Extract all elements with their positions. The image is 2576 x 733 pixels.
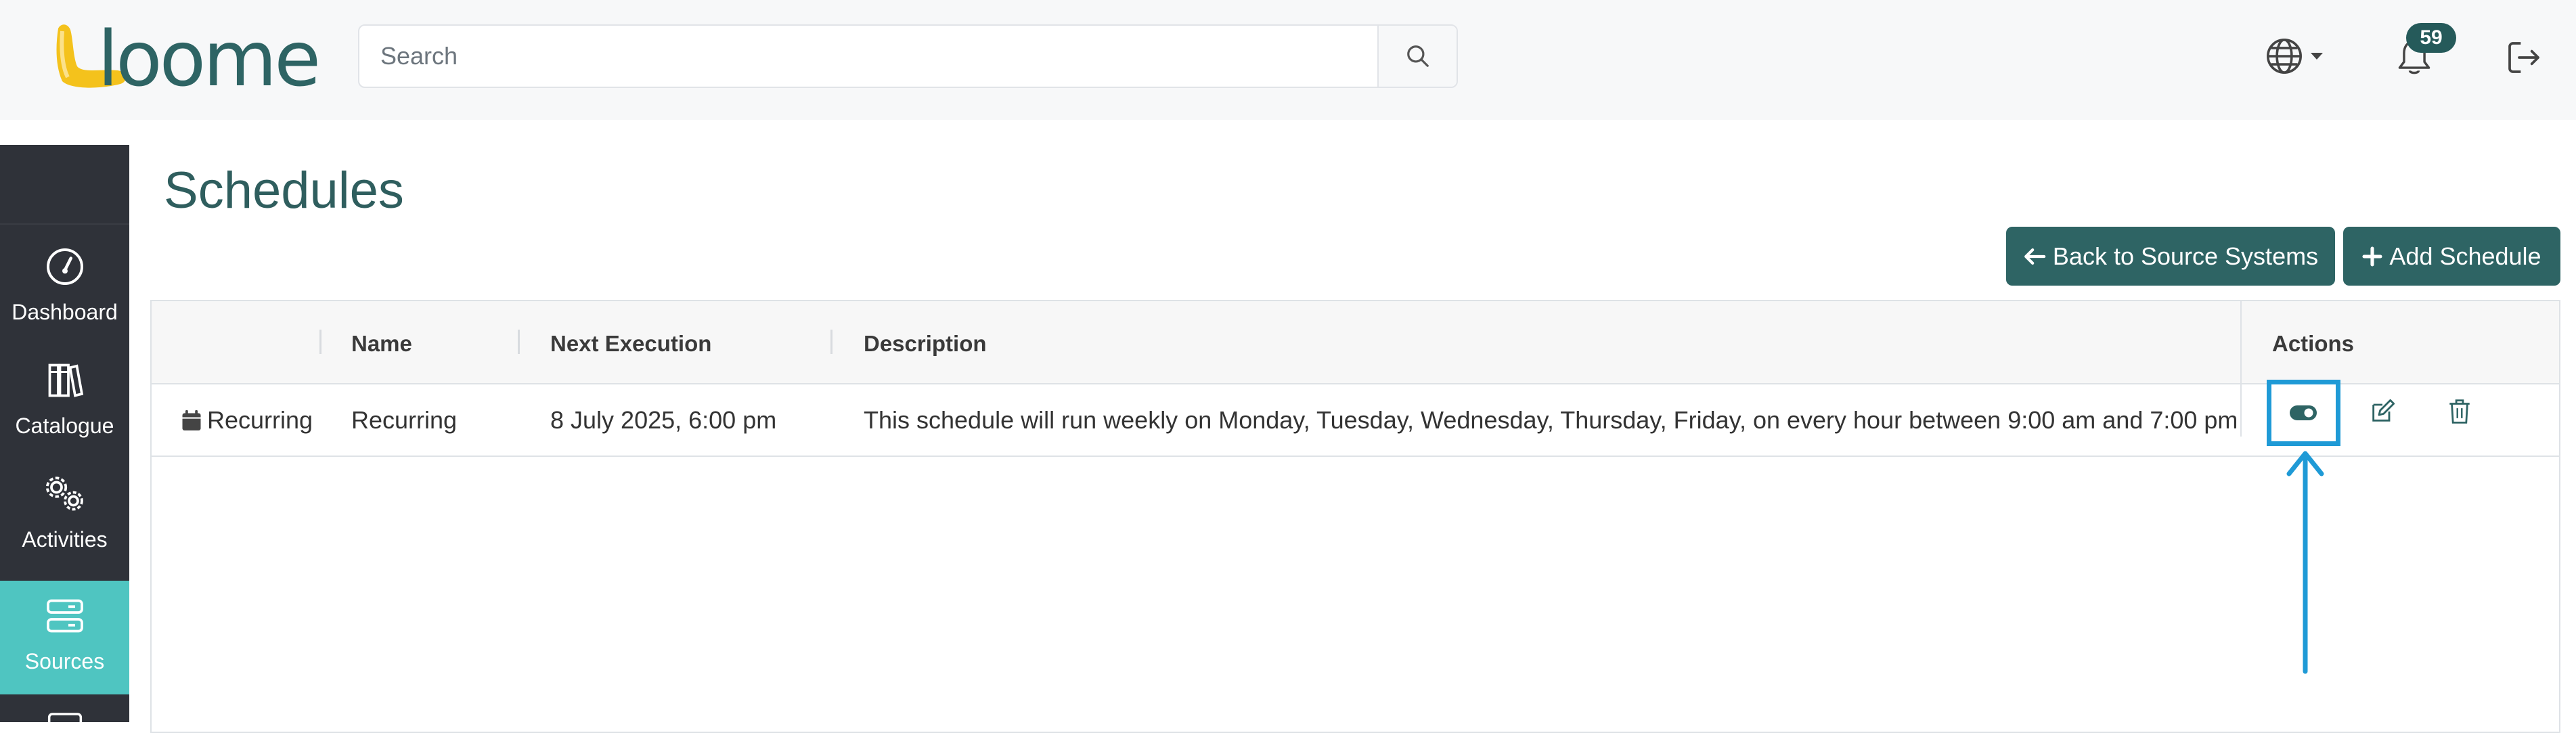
notification-count-badge: 59 — [2406, 23, 2456, 53]
logout-icon — [2508, 42, 2539, 73]
gauge-icon — [46, 248, 83, 285]
column-header-next-execution[interactable]: Next Execution — [550, 331, 711, 357]
arrow-left-icon — [2024, 248, 2046, 265]
language-selector[interactable] — [2261, 32, 2328, 80]
sidebar-item-label: Sources — [24, 649, 105, 673]
sidebar-item-activities[interactable]: Activities — [0, 459, 129, 573]
table-row: Recurring Recurring 8 July 2025, 6:00 pm… — [152, 383, 2559, 457]
code-icon — [47, 713, 82, 722]
calendar-icon — [182, 410, 201, 430]
top-bar: loome 59 — [0, 0, 2576, 120]
server-icon — [46, 599, 83, 633]
logo-text: loome — [97, 19, 318, 92]
sidebar-item-more[interactable] — [0, 694, 129, 722]
delete-schedule-button[interactable] — [2439, 391, 2480, 432]
loome-logo: loome — [56, 19, 321, 92]
column-separator — [830, 330, 832, 354]
schedules-table: Name Next Execution Description Actions … — [150, 300, 2560, 733]
schedule-description: This schedule will run weekly on Monday,… — [864, 406, 2238, 434]
search-input[interactable] — [359, 26, 1380, 87]
column-header-name[interactable]: Name — [351, 331, 412, 357]
sidebar-item-label: Dashboard — [12, 300, 118, 324]
column-header-actions: Actions — [2272, 331, 2355, 356]
sidebar: Dashboard Catalogue Activities Sources — [0, 145, 129, 722]
sidebar-item-label: Activities — [22, 527, 108, 552]
add-button-label: Add Schedule — [2389, 242, 2541, 270]
back-to-source-systems-button[interactable]: Back to Source Systems — [2006, 227, 2335, 286]
trash-icon — [2449, 399, 2470, 424]
add-schedule-button[interactable]: Add Schedule — [2343, 227, 2560, 286]
sidebar-item-catalogue[interactable]: Catalogue — [0, 345, 129, 459]
schedule-name: Recurring — [351, 406, 458, 434]
plus-icon — [2362, 246, 2382, 267]
chevron-down-icon — [2311, 53, 2323, 60]
edit-icon — [2372, 399, 2395, 422]
column-header-description[interactable]: Description — [864, 331, 987, 357]
back-button-label: Back to Source Systems — [2052, 242, 2319, 270]
edit-schedule-button[interactable] — [2362, 391, 2403, 432]
search-button[interactable] — [1377, 26, 1457, 87]
pointer-arrow — [2286, 451, 2324, 674]
logout-button[interactable] — [2500, 34, 2548, 81]
sidebar-item-label: Catalogue — [15, 414, 114, 438]
schedule-type-cell: Recurring — [181, 406, 313, 435]
column-separator — [518, 330, 520, 354]
gears-icon — [45, 476, 83, 511]
sidebar-item-dashboard[interactable]: Dashboard — [0, 231, 129, 345]
toggle-highlight-box — [2267, 380, 2340, 446]
column-separator — [319, 330, 321, 354]
schedule-next-execution: 8 July 2025, 6:00 pm — [550, 406, 777, 434]
search-icon — [1406, 45, 1429, 67]
globe-icon — [2267, 39, 2302, 74]
table-header: Name Next Execution Description Actions — [152, 301, 2559, 384]
schedule-type: Recurring — [207, 406, 313, 434]
search-box — [358, 24, 1458, 88]
books-icon — [48, 363, 83, 397]
page-title: Schedules — [164, 162, 404, 219]
sidebar-item-sources[interactable]: Sources — [0, 581, 129, 694]
sidebar-header — [0, 145, 129, 225]
